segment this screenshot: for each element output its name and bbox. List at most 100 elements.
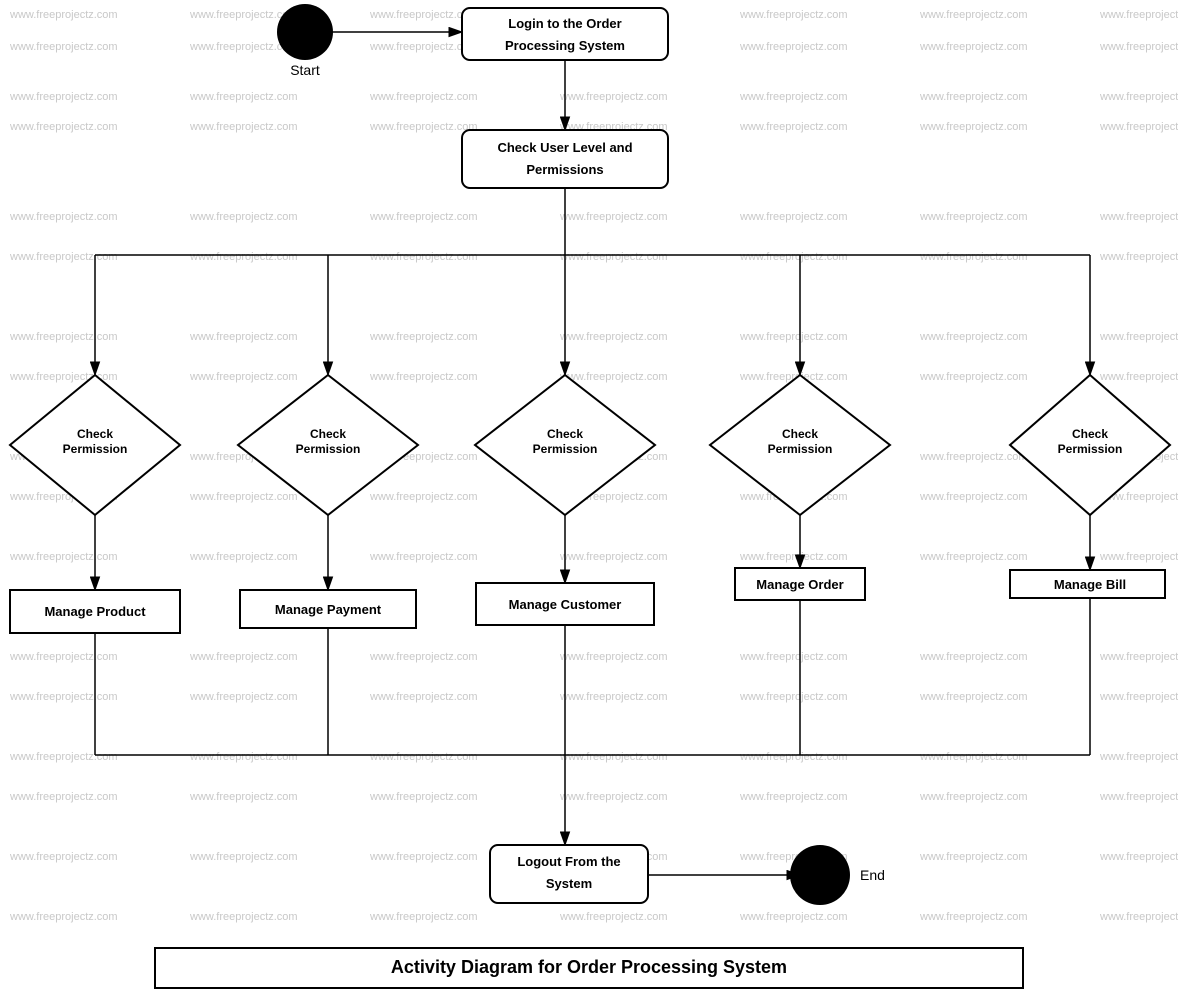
svg-text:www.freeprojectz.com: www.freeprojectz.com [559,211,668,223]
svg-text:www.freeprojectz.com: www.freeprojectz.com [369,751,478,763]
check-perm-2-label-1: Check [310,427,346,441]
svg-text:www.freeprojectz.com: www.freeprojectz.com [739,251,848,263]
svg-text:www.freeprojectz.com: www.freeprojectz.com [739,791,848,803]
start-label: Start [290,62,320,78]
svg-text:www.freeprojectz.com: www.freeprojectz.com [9,651,118,663]
svg-text:www.freeprojectz.com: www.freeprojectz.com [559,651,668,663]
svg-text:www.freeprojectz.com: www.freeprojectz.com [189,91,298,103]
start-circle [277,4,333,60]
check-perm-1-label-2: Permission [63,442,128,456]
svg-text:www.freeprojectz.com: www.freeprojectz.com [739,691,848,703]
svg-text:www.freeprojectz.com: www.freeprojectz.com [739,121,848,133]
svg-text:www.freeprojectz.com: www.freeprojectz.com [559,911,668,923]
svg-text:www.freeprojectz.com: www.freeprojectz.com [919,491,1028,503]
svg-text:www.freeprojectz.com: www.freeprojectz.com [1099,121,1178,133]
svg-text:www.freeprojectz.com: www.freeprojectz.com [559,691,668,703]
check-perm-5-label-2: Permission [1058,442,1123,456]
check-user-label-2: Permissions [526,162,603,177]
svg-text:www.freeprojectz.com: www.freeprojectz.com [369,251,478,263]
svg-text:www.freeprojectz.com: www.freeprojectz.com [919,751,1028,763]
check-perm-5-label-1: Check [1072,427,1108,441]
manage-payment-label: Manage Payment [275,602,382,617]
login-label-1: Login to the Order [508,16,621,31]
diagram-area: www.freeprojectz.com www.freeprojectz.co… [0,0,1178,994]
svg-text:www.freeprojectz.com: www.freeprojectz.com [369,371,478,383]
svg-text:www.freeprojectz.com: www.freeprojectz.com [189,371,298,383]
svg-text:www.freeprojectz.com: www.freeprojectz.com [1099,251,1178,263]
svg-text:www.freeprojectz.com: www.freeprojectz.com [1099,9,1178,21]
svg-text:www.freeprojectz.com: www.freeprojectz.com [559,331,668,343]
svg-text:www.freeprojectz.com: www.freeprojectz.com [189,851,298,863]
svg-text:www.freeprojectz.com: www.freeprojectz.com [559,251,668,263]
svg-text:www.freeprojectz.com: www.freeprojectz.com [919,791,1028,803]
check-perm-3-label-1: Check [547,427,583,441]
svg-text:www.freeprojectz.com: www.freeprojectz.com [369,91,478,103]
check-perm-1-label-1: Check [77,427,113,441]
logout-label-2: System [546,876,592,891]
svg-text:www.freeprojectz.com: www.freeprojectz.com [739,551,848,563]
svg-text:www.freeprojectz.com: www.freeprojectz.com [919,251,1028,263]
svg-text:www.freeprojectz.com: www.freeprojectz.com [189,691,298,703]
svg-text:www.freeprojectz.com: www.freeprojectz.com [1099,691,1178,703]
svg-text:www.freeprojectz.com: www.freeprojectz.com [369,491,478,503]
svg-text:www.freeprojectz.com: www.freeprojectz.com [1099,751,1178,763]
manage-customer-label: Manage Customer [509,597,622,612]
svg-text:www.freeprojectz.com: www.freeprojectz.com [9,251,118,263]
svg-text:www.freeprojectz.com: www.freeprojectz.com [369,851,478,863]
svg-text:www.freeprojectz.com: www.freeprojectz.com [9,851,118,863]
svg-text:www.freeprojectz.com: www.freeprojectz.com [189,251,298,263]
check-user-box [462,130,668,188]
login-label-2: Processing System [505,38,625,53]
svg-text:www.freeprojectz.com: www.freeprojectz.com [559,751,668,763]
svg-text:www.freeprojectz.com: www.freeprojectz.com [369,331,478,343]
svg-text:www.freeprojectz.com: www.freeprojectz.com [919,41,1028,53]
svg-text:www.freeprojectz.com: www.freeprojectz.com [919,91,1028,103]
svg-text:www.freeprojectz.com: www.freeprojectz.com [9,911,118,923]
svg-text:www.freeprojectz.com: www.freeprojectz.com [919,211,1028,223]
manage-product-label: Manage Product [44,604,146,619]
svg-text:www.freeprojectz.com: www.freeprojectz.com [9,751,118,763]
svg-text:www.freeprojectz.com: www.freeprojectz.com [369,551,478,563]
svg-text:www.freeprojectz.com: www.freeprojectz.com [739,41,848,53]
svg-text:www.freeprojectz.com: www.freeprojectz.com [919,121,1028,133]
check-perm-4-label-2: Permission [768,442,833,456]
svg-text:www.freeprojectz.com: www.freeprojectz.com [9,551,118,563]
svg-text:www.freeprojectz.com: www.freeprojectz.com [1099,331,1178,343]
svg-text:www.freeprojectz.com: www.freeprojectz.com [189,331,298,343]
svg-text:www.freeprojectz.com: www.freeprojectz.com [189,651,298,663]
end-label: End [860,867,885,883]
svg-text:www.freeprojectz.com: www.freeprojectz.com [1099,211,1178,223]
svg-text:www.freeprojectz.com: www.freeprojectz.com [1099,651,1178,663]
svg-text:www.freeprojectz.com: www.freeprojectz.com [1099,791,1178,803]
svg-text:www.freeprojectz.com: www.freeprojectz.com [9,691,118,703]
svg-text:www.freeprojectz.com: www.freeprojectz.com [559,371,668,383]
svg-text:www.freeprojectz.com: www.freeprojectz.com [559,791,668,803]
svg-text:www.freeprojectz.com: www.freeprojectz.com [739,9,848,21]
check-perm-3-label-2: Permission [533,442,598,456]
svg-text:www.freeprojectz.com: www.freeprojectz.com [189,211,298,223]
svg-text:www.freeprojectz.com: www.freeprojectz.com [1099,41,1178,53]
svg-text:www.freeprojectz.com: www.freeprojectz.com [9,791,118,803]
svg-text:www.freeprojectz.com: www.freeprojectz.com [739,911,848,923]
svg-text:www.freeprojectz.com: www.freeprojectz.com [189,791,298,803]
svg-text:www.freeprojectz.com: www.freeprojectz.com [919,851,1028,863]
svg-text:www.freeprojectz.com: www.freeprojectz.com [9,9,118,21]
svg-text:www.freeprojectz.com: www.freeprojectz.com [9,331,118,343]
svg-text:www.freeprojectz.com: www.freeprojectz.com [559,551,668,563]
svg-text:www.freeprojectz.com: www.freeprojectz.com [919,331,1028,343]
svg-text:www.freeprojectz.com: www.freeprojectz.com [1099,911,1178,923]
svg-text:www.freeprojectz.com: www.freeprojectz.com [369,691,478,703]
svg-text:www.freeprojectz.com: www.freeprojectz.com [919,551,1028,563]
svg-text:www.freeprojectz.com: www.freeprojectz.com [1099,551,1178,563]
svg-text:www.freeprojectz.com: www.freeprojectz.com [369,211,478,223]
svg-text:www.freeprojectz.com: www.freeprojectz.com [189,551,298,563]
svg-text:www.freeprojectz.com: www.freeprojectz.com [919,911,1028,923]
svg-text:www.freeprojectz.com: www.freeprojectz.com [189,911,298,923]
svg-text:www.freeprojectz.com: www.freeprojectz.com [919,9,1028,21]
end-circle [790,845,850,905]
svg-text:www.freeprojectz.com: www.freeprojectz.com [559,91,668,103]
svg-text:www.freeprojectz.com: www.freeprojectz.com [369,911,478,923]
svg-text:www.freeprojectz.com: www.freeprojectz.com [9,91,118,103]
svg-text:www.freeprojectz.com: www.freeprojectz.com [9,41,118,53]
svg-text:www.freeprojectz.com: www.freeprojectz.com [919,691,1028,703]
